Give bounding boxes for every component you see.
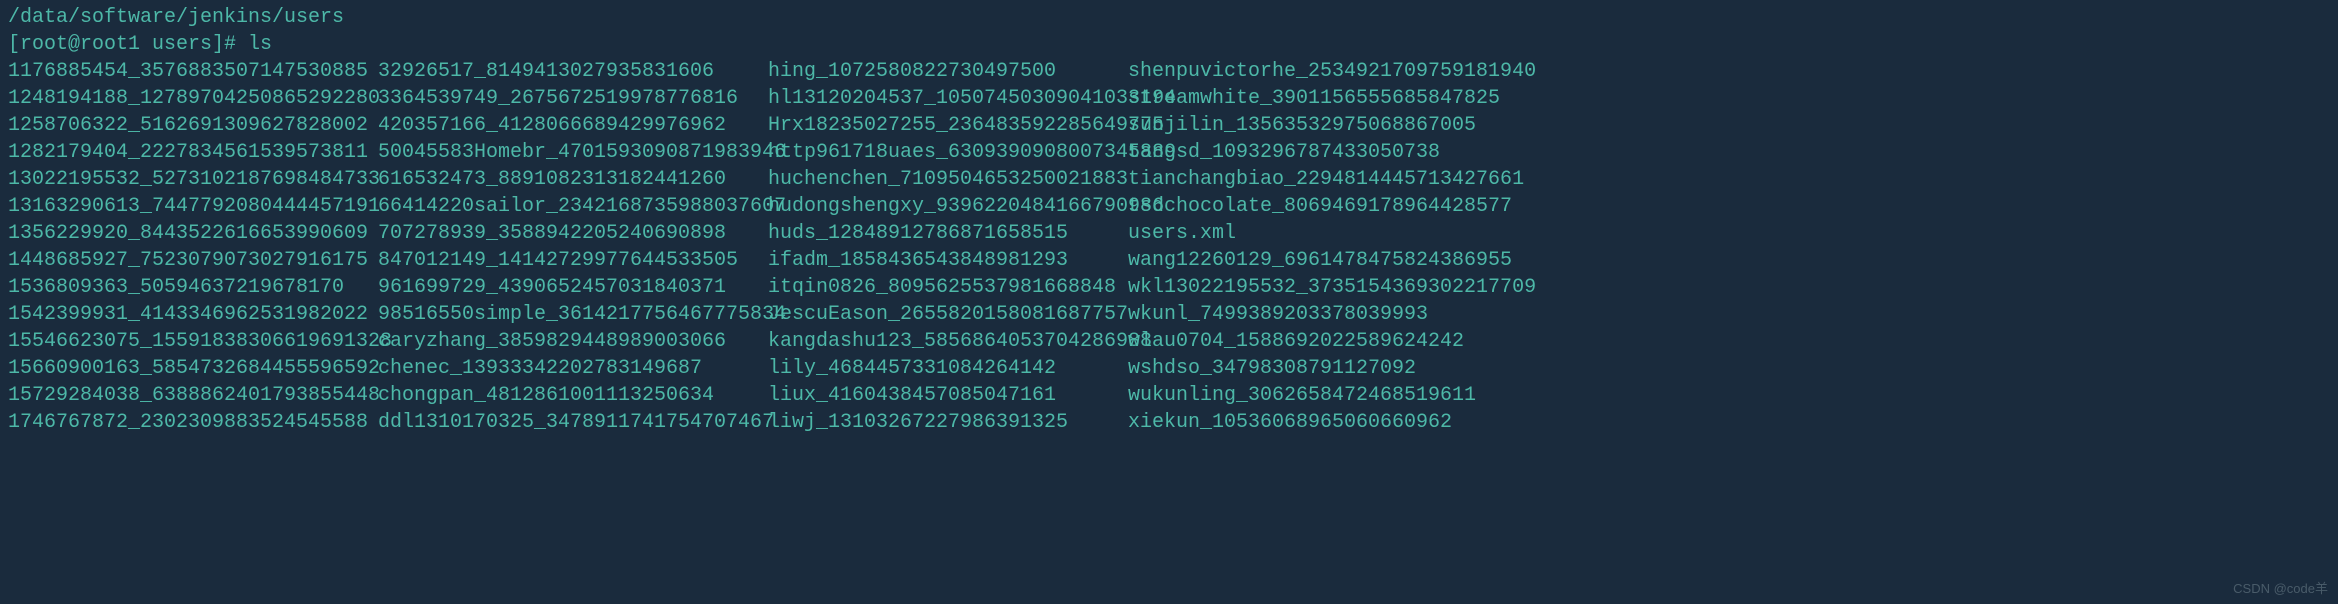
file-entry: 1542399931_4143346962531982022 <box>8 301 378 328</box>
file-entry: wshdso_34798308791127092 <box>1128 355 1536 382</box>
file-entry: streamwhite_3901156555685847825 <box>1128 85 1536 112</box>
file-entry: tangsd_1093296787433050738 <box>1128 139 1536 166</box>
output-column-4: shenpuvictorhe_2534921709759181940 strea… <box>1128 58 1536 436</box>
file-entry: 616532473_8891082313182441260 <box>378 166 768 193</box>
file-entry: 420357166_4128066689429976962 <box>378 112 768 139</box>
file-entry: 15660900163_5854732684455596592 <box>8 355 378 382</box>
file-entry: chongpan_4812861001113250634 <box>378 382 768 409</box>
output-column-3: hing_1072580822730497500 hl13120204537_1… <box>768 58 1128 436</box>
file-entry: ddl1310170325_3478911741754707467 <box>378 409 768 436</box>
file-entry: wkl13022195532_3735154369302217709 <box>1128 274 1536 301</box>
file-entry: 13163290613_7447792080444457191 <box>8 193 378 220</box>
file-entry: ifadm_1858436543848981293 <box>768 247 1128 274</box>
file-entry: 13022195532_5273102187698484733 <box>8 166 378 193</box>
file-entry: 1746767872_2302309883524545588 <box>8 409 378 436</box>
file-entry: 1258706322_5162691309627828002 <box>8 112 378 139</box>
file-entry: tsdchocolate_8069469178964428577 <box>1128 193 1536 220</box>
file-entry: 3364539749_2675672519978776816 <box>378 85 768 112</box>
file-entry: lily_4684457331084264142 <box>768 355 1128 382</box>
ls-output: 1176885454_3576883507147530885 124819418… <box>8 58 2330 436</box>
file-entry: wkunl_7499389203378039993 <box>1128 301 1536 328</box>
watermark: CSDN @code羊 <box>2233 580 2328 598</box>
file-entry: xiekun_10536068965060660962 <box>1128 409 1536 436</box>
output-column-1: 1176885454_3576883507147530885 124819418… <box>8 58 378 436</box>
file-entry: hudongshengxy_9396220484166790986 <box>768 193 1128 220</box>
file-entry: hl13120204537_10507450309041033194 <box>768 85 1128 112</box>
file-entry: 1282179404_2227834561539573811 <box>8 139 378 166</box>
prompt-line[interactable]: [root@root1 users]# ls <box>8 31 2330 58</box>
output-column-2: 32926517_8149413027935831606 3364539749_… <box>378 58 768 436</box>
file-entry: wlau0704_1588692022589624242 <box>1128 328 1536 355</box>
file-entry: huds_12848912786871658515 <box>768 220 1128 247</box>
file-entry: shenpuvictorhe_2534921709759181940 <box>1128 58 1536 85</box>
file-entry: chenec_13933342202783149687 <box>378 355 768 382</box>
file-entry: hing_1072580822730497500 <box>768 58 1128 85</box>
file-entry: 66414220sailor_2342168735988037607 <box>378 193 768 220</box>
file-entry: wang12260129_6961478475824386955 <box>1128 247 1536 274</box>
file-entry: wukunling_3062658472468519611 <box>1128 382 1536 409</box>
file-entry: 1536809363_50594637219678170 <box>8 274 378 301</box>
file-entry: sunjilin_13563532975068867005 <box>1128 112 1536 139</box>
path-line: /data/software/jenkins/users <box>8 4 2330 31</box>
command-text: ls <box>248 33 272 56</box>
file-entry: 1448685927_7523079073027916175 <box>8 247 378 274</box>
file-entry: 1176885454_3576883507147530885 <box>8 58 378 85</box>
file-entry: 15729284038_6388862401793855448 <box>8 382 378 409</box>
file-entry: huchenchen_7109504653250021883 <box>768 166 1128 193</box>
file-entry: 847012149_14142729977644533505 <box>378 247 768 274</box>
file-entry: kangdashu123_5856864053704286988 <box>768 328 1128 355</box>
file-entry: Hrx18235027255_236483592285649775 <box>768 112 1128 139</box>
file-entry: JescuEason_2655820158081687757 <box>768 301 1128 328</box>
file-entry: users.xml <box>1128 220 1536 247</box>
file-entry: 98516550simple_3614217756467775834 <box>378 301 768 328</box>
file-entry: tianchangbiao_2294814445713427661 <box>1128 166 1536 193</box>
file-entry: 32926517_8149413027935831606 <box>378 58 768 85</box>
file-entry: 50045583Homebr_4701593090871983946 <box>378 139 768 166</box>
file-entry: itqin0826_8095625537981668848 <box>768 274 1128 301</box>
file-entry: 707278939_3588942205240690898 <box>378 220 768 247</box>
file-entry: http961718uaes_6309390908007345889 <box>768 139 1128 166</box>
file-entry: caryzhang_3859829448989003066 <box>378 328 768 355</box>
file-entry: 961699729_4390652457031840371 <box>378 274 768 301</box>
file-entry: liwj_13103267227986391325 <box>768 409 1128 436</box>
file-entry: liux_4160438457085047161 <box>768 382 1128 409</box>
file-entry: 15546623075_15591838306619691328 <box>8 328 378 355</box>
file-entry: 1248194188_12789704250865292280 <box>8 85 378 112</box>
prompt-prefix: [root@root1 users]# <box>8 33 248 56</box>
file-entry: 1356229920_8443522616653990609 <box>8 220 378 247</box>
